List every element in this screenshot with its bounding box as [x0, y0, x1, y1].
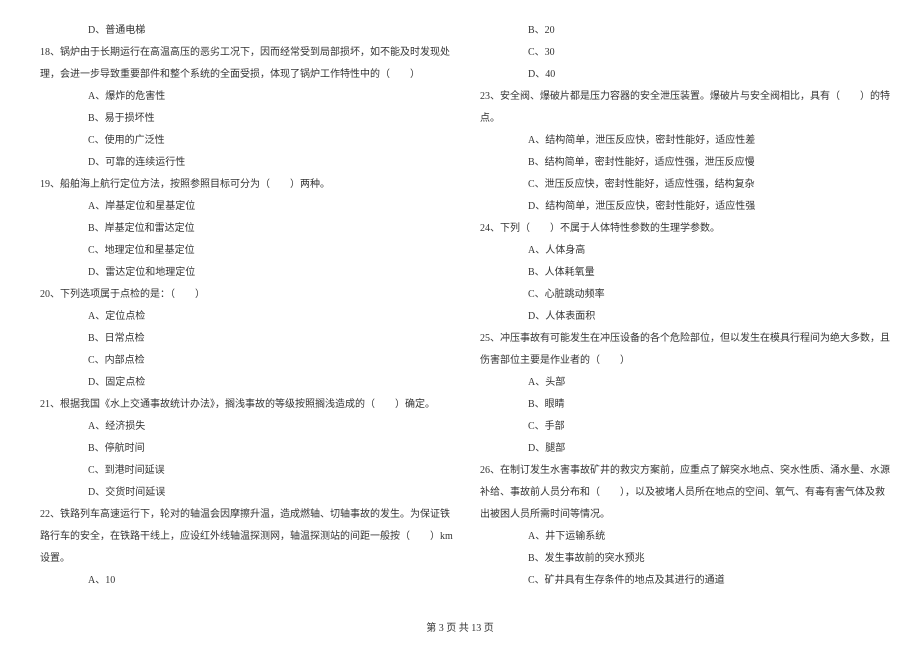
q20-option-b: B、日常点检 [40, 328, 440, 350]
q26-option-a: A、井下运输系统 [480, 526, 880, 548]
q26-option-c: C、矿井具有生存条件的地点及其进行的通道 [480, 570, 880, 592]
q19-option-d: D、雷达定位和地理定位 [40, 262, 440, 284]
q24-option-d: D、人体表面积 [480, 306, 880, 328]
q23-option-d: D、结构简单，泄压反应快，密封性能好，适应性强 [480, 196, 880, 218]
q20-option-a: A、定位点检 [40, 306, 440, 328]
page-footer: 第 3 页 共 13 页 [0, 619, 920, 634]
q25-option-a: A、头部 [480, 372, 880, 394]
q24-option-c: C、心脏跳动频率 [480, 284, 880, 306]
q21-option-b: B、停航时间 [40, 438, 440, 460]
q23-option-c: C、泄压反应快，密封性能好，适应性强，结构复杂 [480, 174, 880, 196]
q25-option-c: C、手部 [480, 416, 880, 438]
q18-option-a: A、爆炸的危害性 [40, 86, 440, 108]
q18-text-line2: 理，会进一步导致重要部件和整个系统的全面受损，体现了锅炉工作特性中的（ ） [40, 64, 440, 86]
q23-option-a: A、结构简单，泄压反应快，密封性能好，适应性差 [480, 130, 880, 152]
q17-option-d: D、普通电梯 [40, 20, 440, 42]
q25-option-d: D、腿部 [480, 438, 880, 460]
q22-text-line2: 路行车的安全，在铁路干线上，应设红外线轴温探测网，轴温探测站的间距一般按（ ）k… [40, 526, 440, 548]
q20-option-c: C、内部点检 [40, 350, 440, 372]
q22-text-line1: 22、铁路列车高速运行下，轮对的轴温会因摩擦升温，造成燃轴、切轴事故的发生。为保… [40, 504, 440, 526]
q26-option-b: B、发生事故前的突水预兆 [480, 548, 880, 570]
q25-option-b: B、眼睛 [480, 394, 880, 416]
q26-text-line1: 26、在制订发生水害事故矿井的救灾方案前，应重点了解突水地点、突水性质、涌水量、… [480, 460, 880, 482]
q18-option-b: B、易于损坏性 [40, 108, 440, 130]
q25-text-line1: 25、冲压事故有可能发生在冲压设备的各个危险部位，但以发生在模具行程间为绝大多数… [480, 328, 880, 350]
q18-text-line1: 18、锅炉由于长期运行在高温高压的恶劣工况下，因而经常受到局部损坏，如不能及时发… [40, 42, 440, 64]
q18-option-c: C、使用的广泛性 [40, 130, 440, 152]
q21-text: 21、根据我国《水上交通事故统计办法》，搁浅事故的等级按照搁浅造成的（ ）确定。 [40, 394, 440, 416]
q23-text-line1: 23、安全阀、爆破片都是压力容器的安全泄压装置。爆破片与安全阀相比，具有（ ）的… [480, 86, 880, 108]
q24-option-a: A、人体身高 [480, 240, 880, 262]
q19-text: 19、船舶海上航行定位方法，按照参照目标可分为（ ）两种。 [40, 174, 440, 196]
q19-option-c: C、地理定位和星基定位 [40, 240, 440, 262]
q22-text-line3: 设置。 [40, 548, 440, 570]
q23-option-b: B、结构简单，密封性能好，适应性强，泄压反应慢 [480, 152, 880, 174]
q18-option-d: D、可靠的连续运行性 [40, 152, 440, 174]
q22-option-c: C、30 [480, 42, 880, 64]
q24-text: 24、下列（ ）不属于人体特性参数的生理学参数。 [480, 218, 880, 240]
q19-option-a: A、岸基定位和星基定位 [40, 196, 440, 218]
q25-text-line2: 伤害部位主要是作业者的（ ） [480, 350, 880, 372]
q26-text-line2: 补给、事故前人员分布和（ ），以及被堵人员所在地点的空间、氧气、有毒有害气体及救 [480, 482, 880, 504]
right-column: B、20 C、30 D、40 23、安全阀、爆破片都是压力容器的安全泄压装置。爆… [480, 20, 880, 592]
q22-option-a: A、10 [40, 570, 440, 592]
q24-option-b: B、人体耗氧量 [480, 262, 880, 284]
q22-option-b: B、20 [480, 20, 880, 42]
q19-option-b: B、岸基定位和雷达定位 [40, 218, 440, 240]
left-column: D、普通电梯 18、锅炉由于长期运行在高温高压的恶劣工况下，因而经常受到局部损坏… [40, 20, 440, 592]
q21-option-d: D、交货时间延误 [40, 482, 440, 504]
q22-option-d: D、40 [480, 64, 880, 86]
q26-text-line3: 出被困人员所需时间等情况。 [480, 504, 880, 526]
q20-text: 20、下列选项属于点检的是：（ ） [40, 284, 440, 306]
q23-text-line2: 点。 [480, 108, 880, 130]
page-content: D、普通电梯 18、锅炉由于长期运行在高温高压的恶劣工况下，因而经常受到局部损坏… [0, 0, 920, 592]
q20-option-d: D、固定点检 [40, 372, 440, 394]
q21-option-a: A、经济损失 [40, 416, 440, 438]
q21-option-c: C、到港时间延误 [40, 460, 440, 482]
